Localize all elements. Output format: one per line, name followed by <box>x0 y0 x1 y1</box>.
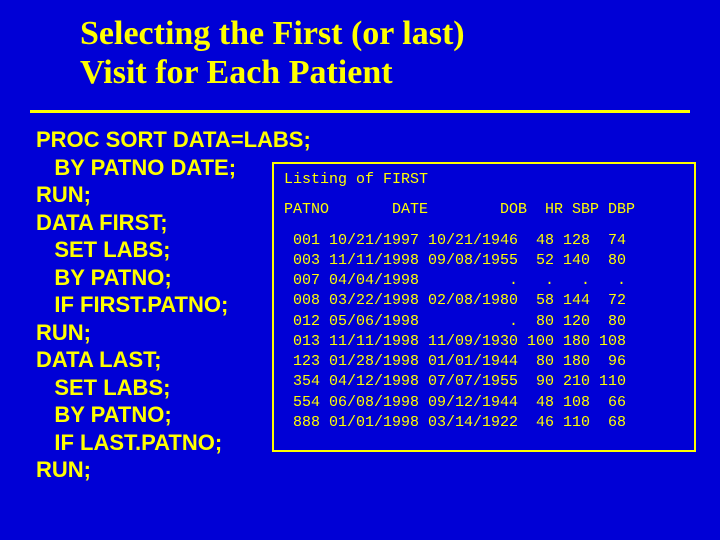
listing-title: Listing of FIRST <box>284 170 684 190</box>
table-row: 013 11/11/1998 11/09/1930 100 180 108 <box>284 332 684 352</box>
slide-body: PROC SORT DATA=LABS; BY PATNO DATE; RUN;… <box>36 126 690 530</box>
title-line-1: Selecting the First (or last) <box>80 14 720 53</box>
table-row: 008 03/22/1998 02/08/1980 58 144 72 <box>284 291 684 311</box>
table-row: 001 10/21/1997 10/21/1946 48 128 74 <box>284 231 684 251</box>
table-row: 123 01/28/1998 01/01/1944 80 180 96 <box>284 352 684 372</box>
listing-header: PATNO DATE DOB HR SBP DBP <box>284 200 684 220</box>
slide: Selecting the First (or last) Visit for … <box>0 0 720 540</box>
table-row: 012 05/06/1998 . 80 120 80 <box>284 312 684 332</box>
table-row: 554 06/08/1998 09/12/1944 48 108 66 <box>284 393 684 413</box>
table-row: 007 04/04/1998 . . . . <box>284 271 684 291</box>
table-row: 354 04/12/1998 07/07/1955 90 210 110 <box>284 372 684 392</box>
table-row: 003 11/11/1998 09/08/1955 52 140 80 <box>284 251 684 271</box>
title-line-2: Visit for Each Patient <box>80 53 720 92</box>
slide-title: Selecting the First (or last) Visit for … <box>0 0 720 100</box>
table-row: 888 01/01/1998 03/14/1922 46 110 68 <box>284 413 684 433</box>
title-underline <box>30 110 690 113</box>
listing-output-box: Listing of FIRST PATNO DATE DOB HR SBP D… <box>272 162 696 452</box>
